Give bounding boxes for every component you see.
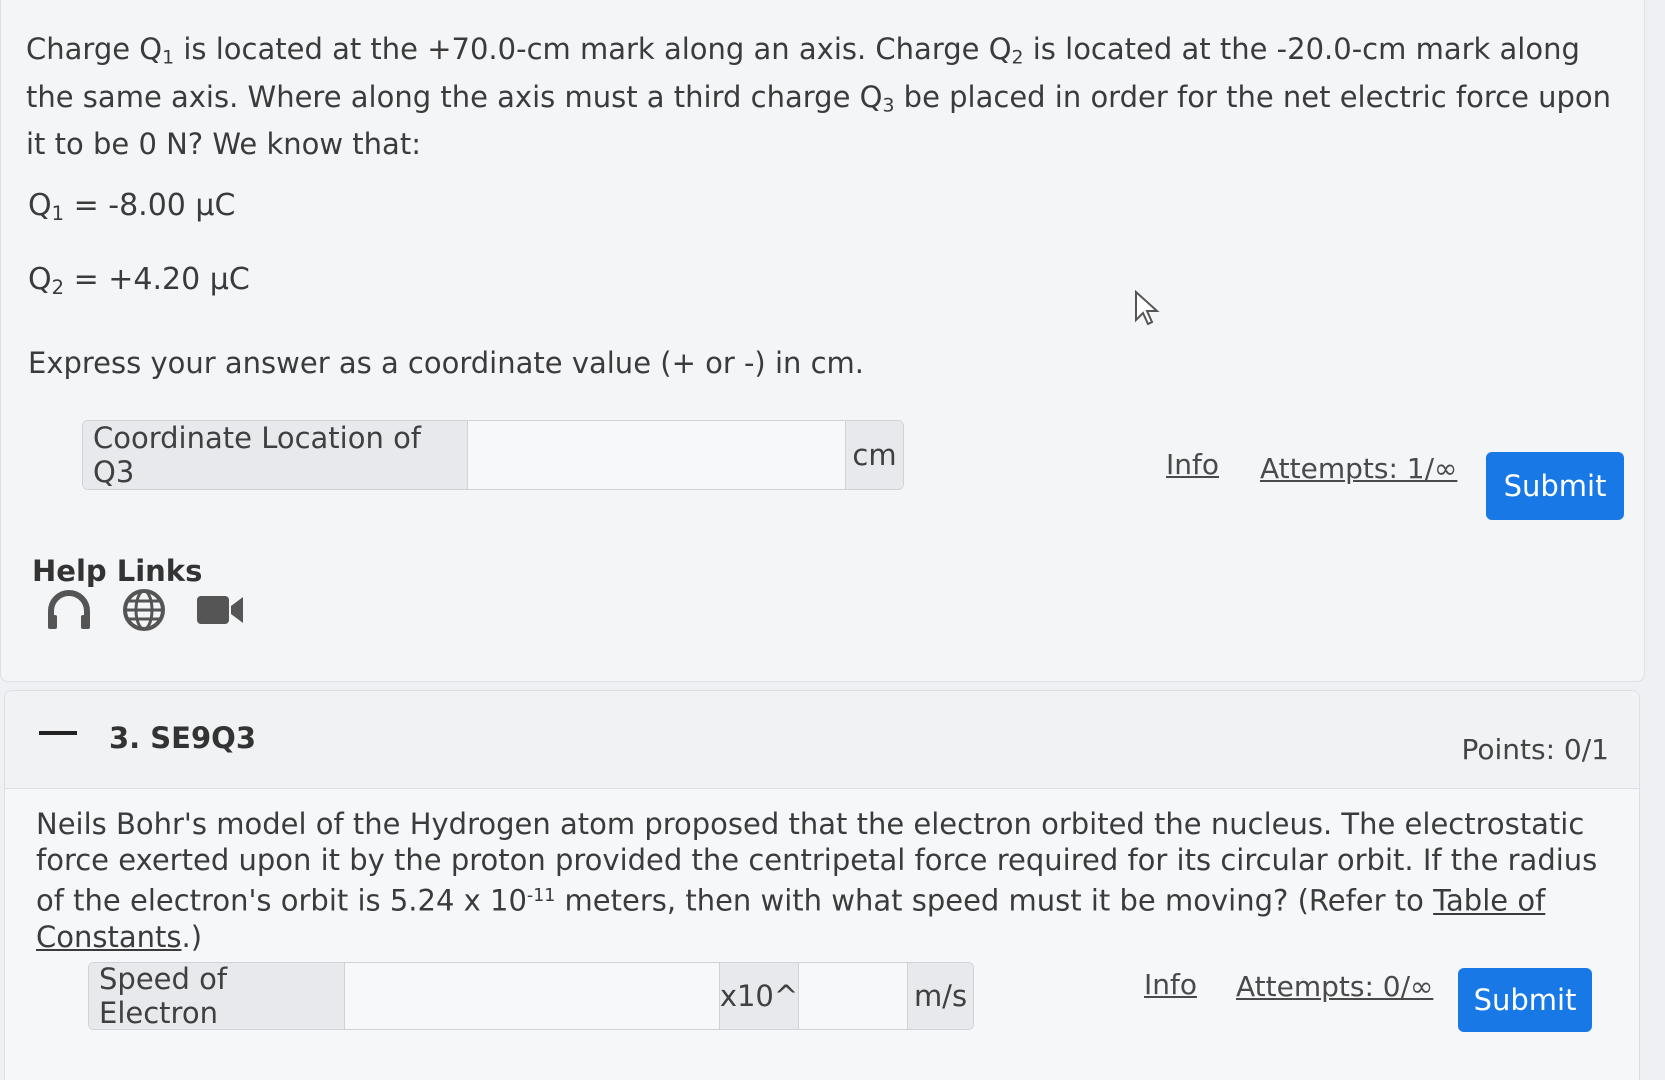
q3-location-input-group: Coordinate Location of Q3 cm (82, 420, 904, 490)
globe-icon[interactable] (122, 588, 166, 636)
help-links-title: Help Links (32, 554, 203, 588)
times-ten-power-label: x10^ (719, 963, 799, 1029)
mouse-cursor-icon (1134, 289, 1160, 330)
question-3-text: Neils Bohr's model of the Hydrogen atom … (36, 807, 1598, 954)
submit-button-q3[interactable]: Submit (1458, 968, 1592, 1032)
question-2-text: Charge Q1 is located at the +70.0-cm mar… (26, 32, 1612, 162)
speed-mantissa-input[interactable] (345, 963, 719, 1029)
speed-exponent-input[interactable] (799, 963, 907, 1029)
electron-speed-input-group: Speed of Electron x10^ m/s (88, 962, 974, 1030)
q3-location-input[interactable] (467, 421, 845, 489)
points-badge: Points: 0/1 (1461, 733, 1609, 766)
given-q1: Q1 = -8.00 μC (28, 188, 236, 225)
electron-speed-label: Speed of Electron (89, 963, 345, 1029)
question-3-header[interactable]: 3. SE9Q3 Points: 0/1 (5, 691, 1639, 789)
answer-instruction: Express your answer as a coordinate valu… (28, 346, 865, 380)
attempts-link-q3[interactable]: Attempts: 0/∞ (1236, 970, 1433, 1003)
video-camera-icon[interactable] (196, 593, 244, 631)
info-link-q2[interactable]: Info (1166, 448, 1219, 481)
q3-location-label: Coordinate Location of Q3 (83, 421, 468, 489)
info-link-q3[interactable]: Info (1144, 968, 1197, 1001)
unit-m-per-s: m/s (907, 963, 973, 1029)
collapse-icon[interactable] (39, 731, 77, 735)
help-links-icons (46, 588, 244, 636)
question-3-title: 3. SE9Q3 (109, 721, 256, 755)
submit-button-q2[interactable]: Submit (1486, 452, 1624, 520)
unit-cm: cm (845, 421, 903, 489)
attempts-link-q2[interactable]: Attempts: 1/∞ (1260, 452, 1457, 485)
headphones-icon[interactable] (46, 589, 92, 635)
given-q2: Q2 = +4.20 μC (28, 262, 250, 299)
